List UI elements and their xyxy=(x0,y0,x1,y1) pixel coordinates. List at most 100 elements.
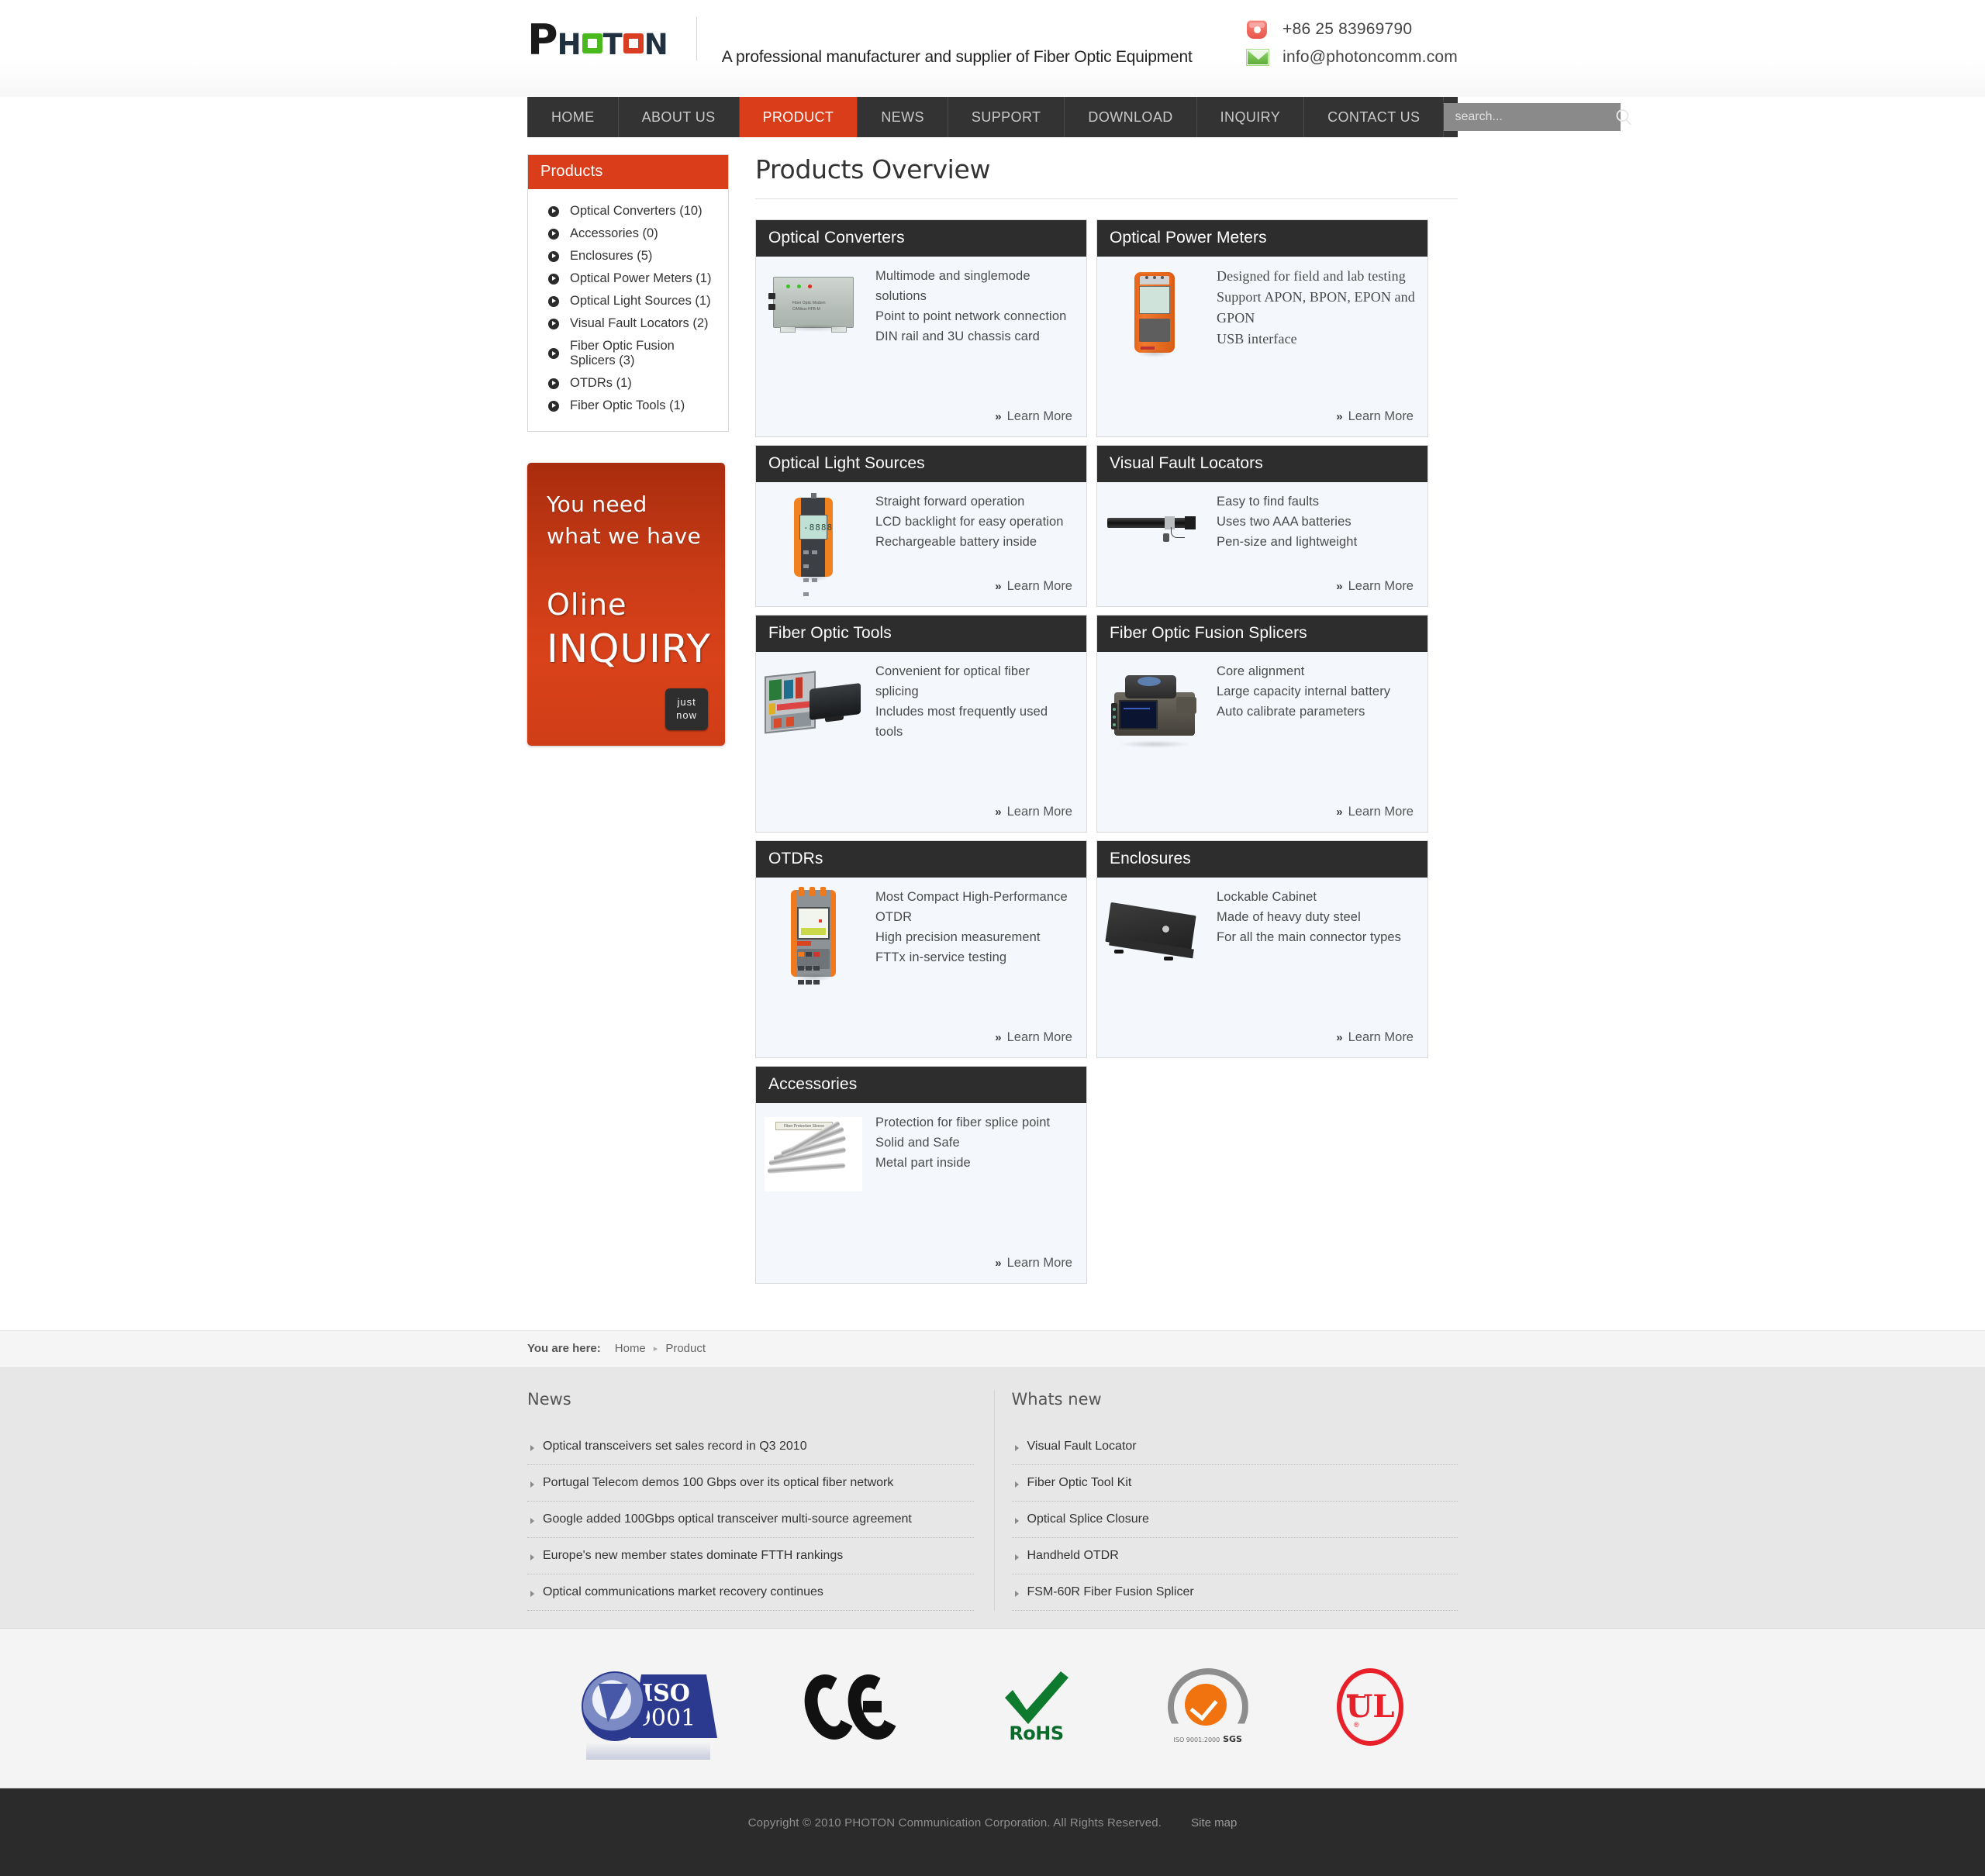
learn-more-link[interactable]: » Learn More xyxy=(1336,567,1417,598)
optical-converter-image: Fiber Optic Modem CANbus HFB-M xyxy=(762,266,865,359)
banner-button-line-2: now xyxy=(676,709,697,722)
nav-item-about-us[interactable]: ABOUT US xyxy=(619,97,740,137)
logo-wordmark: P H T N xyxy=(527,19,668,61)
product-card-optical-power-meters[interactable]: Optical Power Meters Designed for field … xyxy=(1096,219,1428,437)
search-box[interactable] xyxy=(1444,103,1632,131)
whats-new-item[interactable]: Optical Splice Closure xyxy=(1011,1502,1458,1538)
news-item[interactable]: Portugal Telecom demos 100 Gbps over its… xyxy=(527,1465,974,1502)
card-feature: LCD backlight for easy operation xyxy=(875,515,1064,529)
card-feature-list: Protection for fiber splice point Solid … xyxy=(875,1112,1075,1173)
page-root: P H T N A professional manufacturer and … xyxy=(0,0,1985,1876)
ce-mark-logo xyxy=(796,1666,907,1747)
bullet-arrow-icon xyxy=(548,273,559,285)
sidebar-item-accessories[interactable]: Accessories (0) xyxy=(528,222,728,245)
site-map-link[interactable]: Site map xyxy=(1191,1816,1237,1829)
sidebar-item-optical-light-sources[interactable]: Optical Light Sources (1) xyxy=(528,290,728,312)
nav-item-inquiry[interactable]: INQUIRY xyxy=(1197,97,1305,137)
card-feature: For all the main connector types xyxy=(1217,930,1401,945)
product-card-otdrs[interactable]: OTDRs Most Compact High-Performance OTDR… xyxy=(755,840,1087,1058)
sidebar-item-fiber-optic-fusion-splicers[interactable]: Fiber Optic Fusion Splicers (3) xyxy=(528,335,728,372)
whats-new-item[interactable]: FSM-60R Fiber Fusion Splicer xyxy=(1011,1574,1458,1611)
learn-more-label: Learn More xyxy=(1006,1030,1072,1044)
chevron-right-icon: » xyxy=(1336,1031,1342,1044)
bullet-arrow-icon xyxy=(548,228,559,240)
sidebar-item-optical-power-meters[interactable]: Optical Power Meters (1) xyxy=(528,267,728,290)
news-item[interactable]: Optical transceivers set sales record in… xyxy=(527,1429,974,1465)
learn-more-link[interactable]: » Learn More xyxy=(1336,397,1417,429)
products-category-box: Products Optical Converters (10) Accesso… xyxy=(527,154,729,432)
learn-more-link[interactable]: » Learn More xyxy=(995,792,1075,824)
product-card-accessories[interactable]: Accessories Fiber Protection Sleeve Prot… xyxy=(755,1066,1087,1284)
sidebar-item-visual-fault-locators[interactable]: Visual Fault Locators (2) xyxy=(528,312,728,335)
chevron-right-icon: » xyxy=(995,410,1001,423)
sidebar-item-optical-converters[interactable]: Optical Converters (10) xyxy=(528,200,728,222)
optical-light-source-image: -8888 xyxy=(762,491,865,596)
product-card-optical-light-sources[interactable]: Optical Light Sources -8888 Straight for… xyxy=(755,445,1087,607)
news-list: Optical transceivers set sales record in… xyxy=(527,1429,974,1611)
news-item[interactable]: Optical communications market recovery c… xyxy=(527,1574,974,1611)
learn-more-link[interactable]: » Learn More xyxy=(995,567,1075,598)
chevron-right-icon: » xyxy=(995,1257,1001,1270)
search-input[interactable] xyxy=(1455,110,1616,124)
mail-icon xyxy=(1247,50,1270,65)
news-item[interactable]: Europe's new member states dominate FTTH… xyxy=(527,1538,974,1574)
product-card-visual-fault-locators[interactable]: Visual Fault Locators Easy to find fault… xyxy=(1096,445,1428,607)
card-title: Optical Power Meters xyxy=(1097,220,1427,257)
product-card-grid: Optical Converters Fiber Optic Modem CANb… xyxy=(755,219,1458,1284)
nav-item-support[interactable]: SUPPORT xyxy=(948,97,1065,137)
product-card-fiber-optic-tools[interactable]: Fiber Optic Tools Convenient for optical… xyxy=(755,615,1087,833)
chevron-right-icon: » xyxy=(1336,805,1342,819)
email-address[interactable]: info@photoncomm.com xyxy=(1282,48,1458,67)
card-feature: FTTx in-service testing xyxy=(875,950,1007,965)
learn-more-link[interactable]: » Learn More xyxy=(995,397,1075,429)
contact-phone-row: +86 25 83969790 xyxy=(1247,20,1458,39)
breadcrumb-home-link[interactable]: Home xyxy=(615,1342,646,1355)
bullet-arrow-icon xyxy=(548,348,559,359)
card-feature-list: Straight forward operation LCD backlight… xyxy=(875,491,1075,552)
card-feature: Core alignment xyxy=(1217,664,1305,678)
nav-item-product[interactable]: PRODUCT xyxy=(739,97,858,137)
card-feature-list: Easy to find faults Uses two AAA batteri… xyxy=(1217,491,1417,552)
check-icon xyxy=(1184,1683,1227,1726)
online-inquiry-banner[interactable]: You need what we have Oline INQUIRY just… xyxy=(527,463,725,746)
sidebar-item-otdrs[interactable]: OTDRs (1) xyxy=(528,372,728,395)
whats-new-heading: Whats new xyxy=(1011,1390,1102,1409)
nav-item-home[interactable]: HOME xyxy=(527,97,619,137)
news-item[interactable]: Google added 100Gbps optical transceiver… xyxy=(527,1502,974,1538)
product-card-fiber-optic-fusion-splicers[interactable]: Fiber Optic Fusion Splicers Core alignme… xyxy=(1096,615,1428,833)
rohs-logo: RoHS xyxy=(994,1666,1079,1747)
learn-more-link[interactable]: » Learn More xyxy=(1336,792,1417,824)
breadcrumb-separator-icon: ▸ xyxy=(653,1344,658,1354)
chevron-right-icon: » xyxy=(1336,580,1342,593)
contact-email-row[interactable]: info@photoncomm.com xyxy=(1247,48,1458,67)
sidebar-item-fiber-optic-tools[interactable]: Fiber Optic Tools (1) xyxy=(528,395,728,417)
learn-more-link[interactable]: » Learn More xyxy=(995,1243,1075,1275)
news-column: News Optical transceivers set sales reco… xyxy=(527,1390,995,1611)
card-feature-list: Designed for field and lab testing Suppo… xyxy=(1217,266,1417,350)
learn-more-link[interactable]: » Learn More xyxy=(995,1018,1075,1050)
learn-more-label: Learn More xyxy=(1348,1030,1414,1044)
card-title: Enclosures xyxy=(1097,841,1427,878)
site-logo[interactable]: P H T N xyxy=(527,17,722,61)
nav-item-contact-us[interactable]: CONTACT US xyxy=(1304,97,1445,137)
product-card-enclosures[interactable]: Enclosures Lockable Cabinet Made of heav… xyxy=(1096,840,1428,1058)
sidebar-item-enclosures[interactable]: Enclosures (5) xyxy=(528,245,728,267)
bullet-arrow-icon xyxy=(548,205,559,217)
sidebar-item-label: Fiber Optic Fusion Splicers (3) xyxy=(570,339,675,367)
logo-letter-h: H xyxy=(557,28,582,61)
search-icon[interactable] xyxy=(1615,109,1632,126)
banner-just-now-button[interactable]: just now xyxy=(665,688,708,730)
whats-new-item[interactable]: Handheld OTDR xyxy=(1011,1538,1458,1574)
card-feature-list: Convenient for optical fiber splicing In… xyxy=(875,661,1075,742)
nav-item-news[interactable]: NEWS xyxy=(858,97,948,137)
whats-new-item[interactable]: Visual Fault Locator xyxy=(1011,1429,1458,1465)
card-feature: Support APON, BPON, EPON and GPON xyxy=(1217,289,1415,326)
card-feature: USB interface xyxy=(1217,331,1297,347)
learn-more-link[interactable]: » Learn More xyxy=(1336,1018,1417,1050)
whats-new-item[interactable]: Fiber Optic Tool Kit xyxy=(1011,1465,1458,1502)
nav-item-download[interactable]: DOWNLOAD xyxy=(1065,97,1197,137)
product-card-optical-converters[interactable]: Optical Converters Fiber Optic Modem CANb… xyxy=(755,219,1087,437)
bullet-arrow-icon xyxy=(548,295,559,307)
site-tagline: A professional manufacturer and supplier… xyxy=(721,47,1193,66)
chevron-right-icon: » xyxy=(995,805,1001,819)
